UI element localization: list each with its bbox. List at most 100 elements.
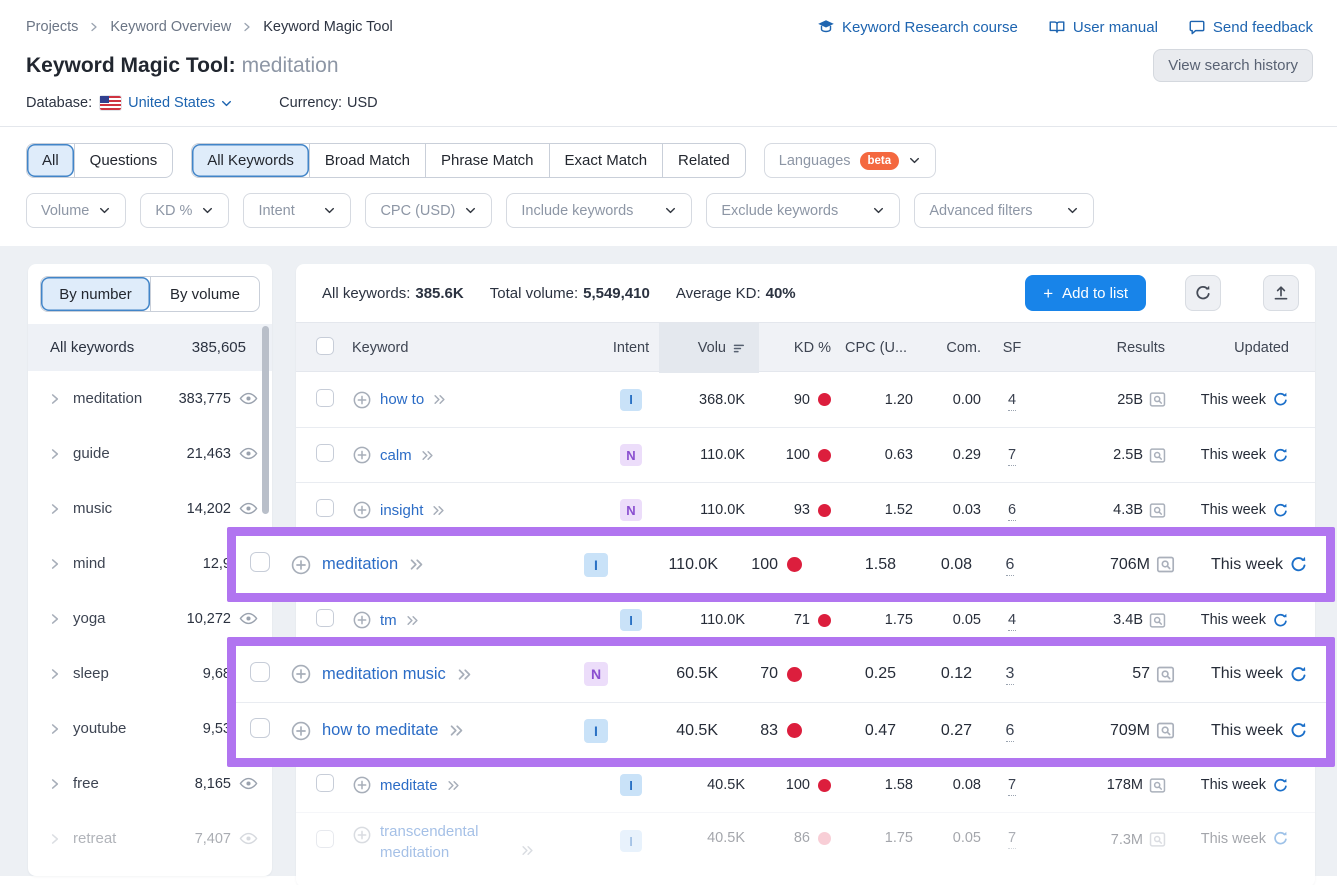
sidebar-group-meditation[interactable]: meditation 383,775 — [28, 371, 272, 426]
keyword-link[interactable]: meditate — [380, 777, 438, 794]
refresh-table-button[interactable] — [1185, 275, 1221, 311]
expand-group-icon[interactable] — [48, 502, 62, 516]
keyword-link[interactable]: calm — [380, 447, 412, 464]
row-checkbox[interactable] — [250, 662, 270, 682]
row-checkbox[interactable] — [316, 499, 334, 517]
column-intent[interactable]: Intent — [603, 340, 659, 356]
refresh-icon[interactable] — [1289, 721, 1308, 740]
sf-value[interactable]: 4 — [1008, 392, 1016, 411]
advanced-filters-dropdown[interactable]: Advanced filters — [914, 193, 1094, 228]
export-button[interactable] — [1263, 275, 1299, 311]
refresh-icon[interactable] — [1272, 777, 1289, 794]
sf-value[interactable]: 7 — [1008, 830, 1016, 849]
keyword-link[interactable]: insight — [380, 502, 423, 519]
expand-group-icon[interactable] — [48, 612, 62, 626]
tab-related[interactable]: Related — [662, 144, 745, 177]
refresh-icon[interactable] — [1272, 447, 1289, 464]
column-updated[interactable]: Updated — [1167, 340, 1295, 356]
serp-icon[interactable] — [1148, 611, 1167, 630]
serp-icon[interactable] — [1148, 390, 1167, 409]
expand-keyword-icon[interactable] — [446, 778, 461, 793]
refresh-icon[interactable] — [1289, 555, 1308, 574]
expand-group-icon[interactable] — [48, 447, 62, 461]
row-checkbox[interactable] — [250, 718, 270, 738]
keyword-link[interactable]: tm — [380, 612, 397, 629]
keyword-research-course-link[interactable]: Keyword Research course — [817, 18, 1018, 36]
sf-value[interactable]: 7 — [1008, 777, 1016, 796]
tab-questions[interactable]: Questions — [74, 144, 173, 177]
column-com[interactable]: Com. — [921, 340, 989, 356]
serp-icon[interactable] — [1148, 830, 1167, 849]
column-volume[interactable]: Volu — [659, 323, 759, 373]
row-checkbox[interactable] — [250, 552, 270, 572]
sf-value[interactable]: 4 — [1008, 612, 1016, 631]
tab-exact-match[interactable]: Exact Match — [549, 144, 663, 177]
refresh-icon[interactable] — [1272, 391, 1289, 408]
column-keyword[interactable]: Keyword — [352, 340, 603, 356]
add-keyword-icon[interactable] — [352, 445, 372, 465]
tab-broad-match[interactable]: Broad Match — [309, 144, 425, 177]
sidebar-group-guide[interactable]: guide 21,463 — [28, 426, 272, 481]
view-search-history-button[interactable]: View search history — [1153, 49, 1313, 82]
sf-value[interactable]: 6 — [1006, 556, 1015, 576]
cpc-filter-dropdown[interactable]: CPC (USD) — [365, 193, 492, 228]
column-cpc[interactable]: CPC (U... — [837, 340, 921, 356]
sf-value[interactable]: 7 — [1008, 447, 1016, 466]
volume-filter-dropdown[interactable]: Volume — [26, 193, 126, 228]
sidebar-group-retreat[interactable]: retreat 7,407 — [28, 811, 272, 866]
keyword-link[interactable]: how to — [380, 391, 424, 408]
refresh-icon[interactable] — [1272, 612, 1289, 629]
kd-filter-dropdown[interactable]: KD % — [140, 193, 229, 228]
expand-group-icon[interactable] — [48, 392, 62, 406]
expand-group-icon[interactable] — [48, 722, 62, 736]
refresh-icon[interactable] — [1272, 830, 1289, 847]
database-selector[interactable]: United States — [128, 95, 233, 111]
expand-group-icon[interactable] — [48, 667, 62, 681]
column-results[interactable]: Results — [1035, 340, 1167, 356]
include-keywords-dropdown[interactable]: Include keywords — [506, 193, 692, 228]
add-keyword-icon[interactable] — [352, 500, 372, 520]
add-keyword-icon[interactable] — [290, 554, 312, 576]
expand-keyword-icon[interactable] — [420, 448, 435, 463]
send-feedback-link[interactable]: Send feedback — [1188, 18, 1313, 36]
eye-icon[interactable] — [239, 389, 258, 408]
column-sf[interactable]: SF — [989, 340, 1035, 356]
languages-dropdown[interactable]: Languages beta — [764, 143, 936, 178]
keyword-link[interactable]: how to meditate — [322, 721, 438, 740]
expand-keyword-icon[interactable] — [520, 843, 535, 858]
breadcrumb-keyword-overview[interactable]: Keyword Overview — [110, 19, 231, 35]
row-checkbox[interactable] — [316, 389, 334, 407]
eye-icon[interactable] — [239, 774, 258, 793]
expand-group-icon[interactable] — [48, 777, 62, 791]
keyword-link[interactable]: meditation music — [322, 665, 446, 684]
expand-keyword-icon[interactable] — [408, 556, 425, 573]
serp-icon[interactable] — [1148, 776, 1167, 795]
intent-filter-dropdown[interactable]: Intent — [243, 193, 351, 228]
exclude-keywords-dropdown[interactable]: Exclude keywords — [706, 193, 900, 228]
tab-by-volume[interactable]: By volume — [150, 277, 259, 311]
expand-keyword-icon[interactable] — [448, 722, 465, 739]
keyword-link[interactable]: meditation — [322, 555, 398, 574]
eye-icon[interactable] — [239, 829, 258, 848]
add-keyword-icon[interactable] — [352, 390, 372, 410]
row-checkbox[interactable] — [316, 830, 334, 848]
expand-group-icon[interactable] — [48, 832, 62, 846]
add-keyword-icon[interactable] — [352, 775, 372, 795]
expand-keyword-icon[interactable] — [405, 613, 420, 628]
add-keyword-icon[interactable] — [352, 610, 372, 630]
serp-icon[interactable] — [1148, 501, 1167, 520]
serp-icon[interactable] — [1148, 446, 1167, 465]
serp-icon[interactable] — [1155, 664, 1176, 685]
sf-value[interactable]: 6 — [1006, 722, 1015, 742]
select-all-checkbox[interactable] — [316, 337, 334, 355]
serp-icon[interactable] — [1155, 554, 1176, 575]
row-checkbox[interactable] — [316, 444, 334, 462]
eye-icon[interactable] — [239, 609, 258, 628]
expand-keyword-icon[interactable] — [456, 666, 473, 683]
user-manual-link[interactable]: User manual — [1048, 18, 1158, 36]
breadcrumb-projects[interactable]: Projects — [26, 19, 78, 35]
add-keyword-icon[interactable] — [352, 825, 372, 845]
sf-value[interactable]: 6 — [1008, 502, 1016, 521]
tab-by-number[interactable]: By number — [41, 277, 150, 311]
expand-keyword-icon[interactable] — [431, 503, 446, 518]
